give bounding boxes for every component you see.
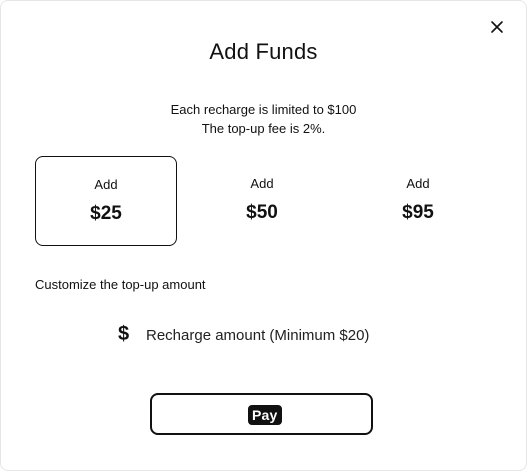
amount-options: Add $25 Add $50 Add $95 [35,156,495,246]
option-label: Add [250,176,274,191]
dialog-title: Add Funds [209,39,318,64]
option-label: Add [406,176,430,191]
option-amount: $95 [402,202,434,223]
dollar-icon: $ [118,323,130,345]
option-amount: $25 [90,203,122,224]
recharge-amount-input[interactable] [146,324,406,346]
recharge-limit-text: Each recharge is limited to $100 [170,102,357,117]
fee-text: The top-up fee is 2%. [201,121,326,136]
pay-button[interactable]: Pay [150,393,373,435]
close-icon [491,21,503,33]
add-funds-dialog: Add Funds Each recharge is limited to $1… [0,0,527,471]
custom-amount-label: Customize the top-up amount [35,277,206,292]
amount-option-95[interactable]: Add $95 [347,156,489,246]
option-label: Add [94,177,118,192]
amount-option-50[interactable]: Add $50 [191,156,333,246]
close-button[interactable] [488,18,506,36]
recharge-info: Each recharge is limited to $100 The top… [1,100,526,138]
pay-button-label: Pay [248,405,282,425]
recharge-amount-field: $ [116,322,416,348]
amount-option-25[interactable]: Add $25 [35,156,177,246]
option-amount: $50 [246,202,278,223]
